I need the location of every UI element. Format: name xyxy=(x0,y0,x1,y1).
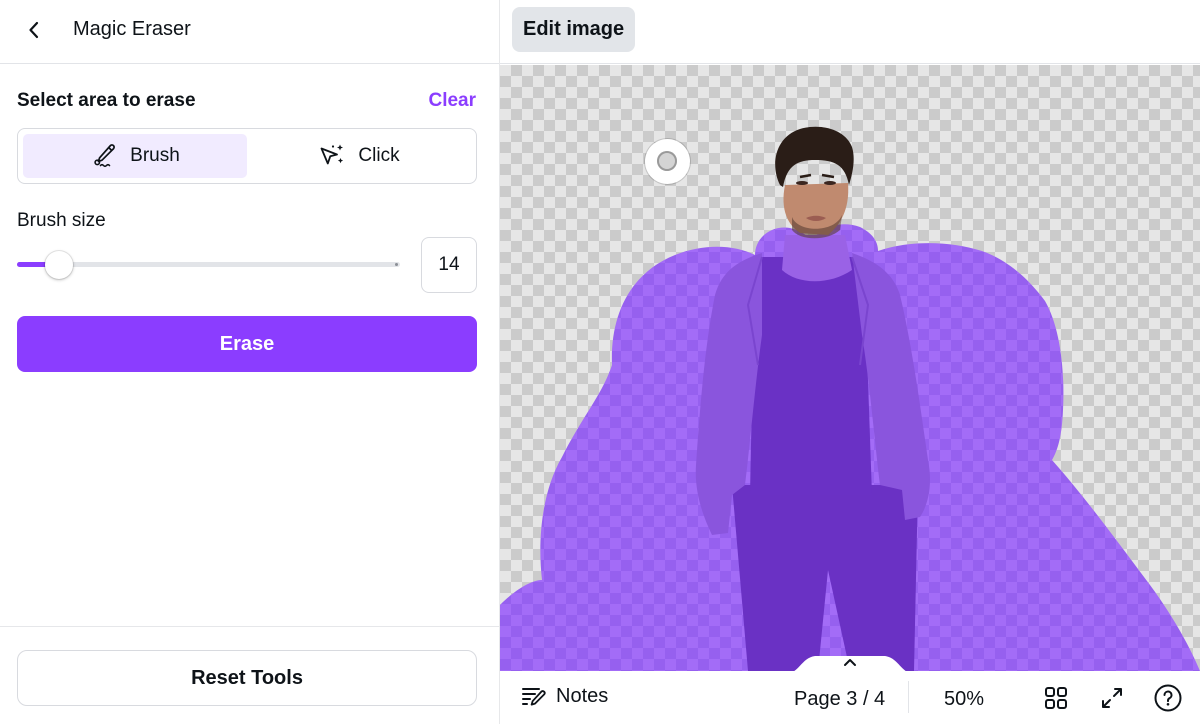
mode-toggle: Brush Click xyxy=(17,128,477,184)
notes-button[interactable]: Notes xyxy=(521,684,608,708)
bottom-bar: Notes Page 3 / 4 50% xyxy=(500,671,1200,724)
brush-size-label: Brush size xyxy=(17,210,106,231)
panel-footer: Reset Tools xyxy=(0,626,499,724)
grid-view-button[interactable] xyxy=(1041,683,1071,713)
magic-eraser-panel: Magic Eraser Select area to erase Clear … xyxy=(0,0,500,724)
canvas-scene xyxy=(500,126,1200,671)
chevron-left-icon xyxy=(29,21,39,39)
brush-mode-label: Brush xyxy=(130,145,180,166)
chevron-up-icon xyxy=(844,659,856,666)
slider-thumb[interactable] xyxy=(45,251,74,279)
slider-end-dot xyxy=(395,263,398,266)
notes-pencil-icon xyxy=(522,688,546,706)
brush-cursor xyxy=(645,139,690,184)
help-circle-icon xyxy=(1154,684,1182,712)
brush-size-slider[interactable] xyxy=(17,250,400,280)
panel-header: Magic Eraser xyxy=(0,0,499,64)
bottom-bar-divider xyxy=(908,681,909,713)
fullscreen-expand-icon xyxy=(1102,688,1122,708)
back-button[interactable] xyxy=(18,14,50,46)
click-mode-label: Click xyxy=(358,145,400,166)
reset-tools-button[interactable]: Reset Tools xyxy=(17,650,477,706)
brush-size-input[interactable] xyxy=(421,237,477,293)
grid-view-icon xyxy=(1045,687,1067,709)
brush-icon xyxy=(94,144,116,168)
clear-button[interactable]: Clear xyxy=(428,90,476,112)
brush-mode-button[interactable]: Brush xyxy=(23,134,247,178)
page-indicator[interactable]: Page 3 / 4 xyxy=(794,688,885,711)
edit-image-button[interactable]: Edit image xyxy=(512,7,636,52)
erase-button[interactable]: Erase xyxy=(17,316,477,372)
zoom-level[interactable]: 50% xyxy=(944,688,984,711)
notes-label: Notes xyxy=(556,684,609,707)
select-area-label: Select area to erase xyxy=(17,90,196,111)
panel-title: Magic Eraser xyxy=(73,18,191,40)
sparkle-cursor-icon xyxy=(321,144,344,165)
fullscreen-button[interactable] xyxy=(1097,683,1127,713)
design-canvas[interactable] xyxy=(500,65,1200,671)
help-button[interactable] xyxy=(1153,683,1183,713)
slider-track xyxy=(17,262,400,267)
editor-toolbar: Edit image xyxy=(500,0,1200,64)
person-head xyxy=(775,126,854,239)
person-shirt xyxy=(750,257,872,495)
person-neck xyxy=(782,235,852,282)
click-mode-button[interactable]: Click xyxy=(247,134,471,178)
